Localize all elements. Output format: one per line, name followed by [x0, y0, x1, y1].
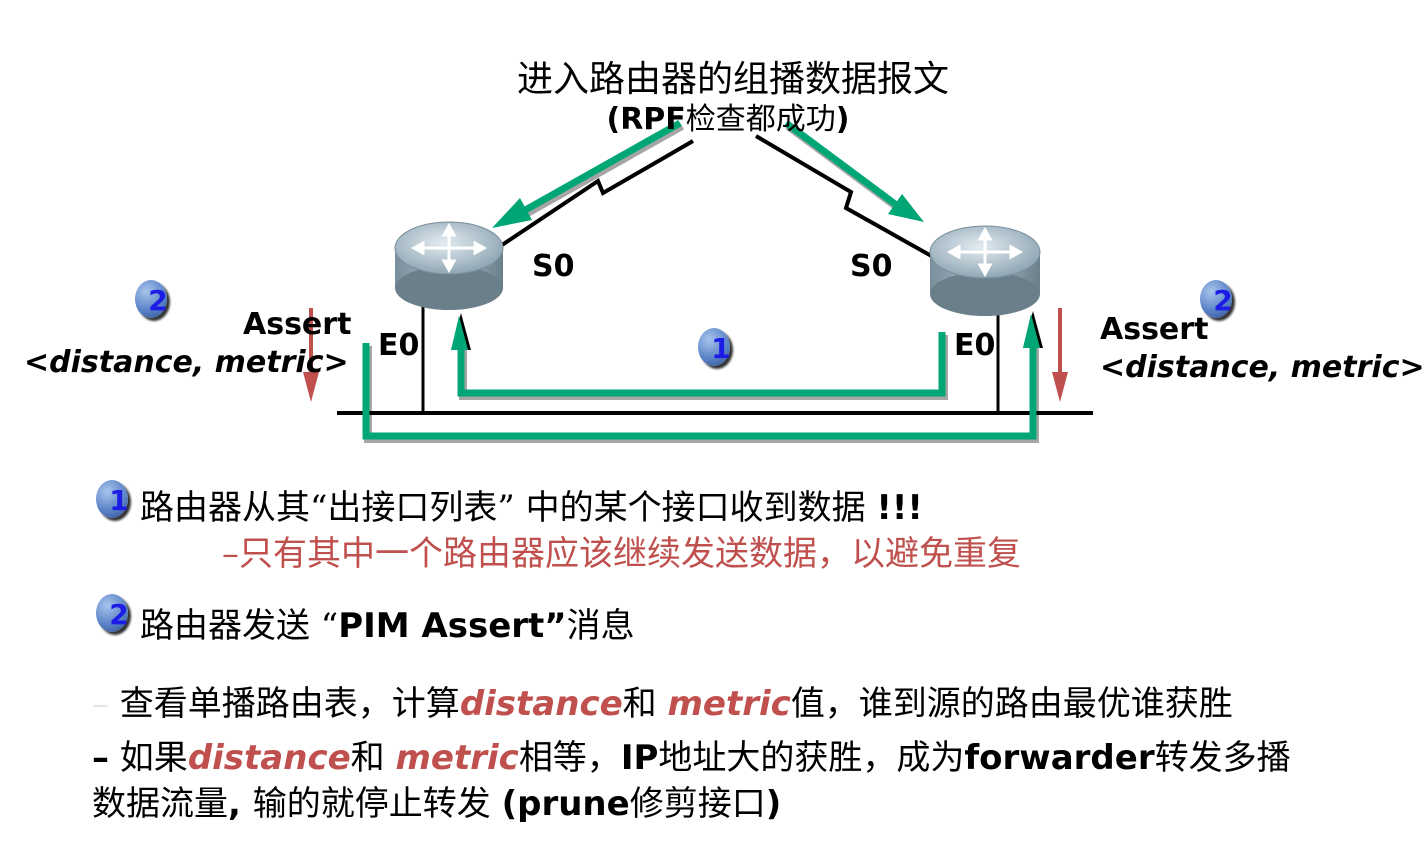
subtitle-text: 检查都成功	[685, 102, 836, 137]
step2-text-c: 消息	[566, 606, 635, 646]
right-assert-arrow	[1052, 308, 1068, 402]
bullet1-e: 值，谁到源的路由最优谁获胜	[790, 684, 1233, 724]
bullet2-line1: – 如果distance和 metric相等，IP地址大的获胜，成为forwar…	[92, 730, 1291, 779]
step2-number: 2	[109, 598, 129, 631]
right-step-number: 2	[1213, 284, 1233, 317]
left-assert-title: Assert	[243, 307, 352, 342]
bullet2-dash: –	[92, 738, 109, 778]
green-arrow-to-left-router	[492, 119, 684, 228]
bullet2-ip: IP	[620, 738, 659, 778]
step1-main: 路由器从其“出接口列表” 中的某个接口收到数据	[140, 488, 866, 528]
right-s0-label: S0	[850, 249, 893, 284]
step1-badge: 1	[96, 480, 129, 518]
bullet1-a: 查看单播路由表，计算	[109, 684, 460, 724]
bullet2-c: 和	[350, 738, 396, 778]
right-assert-params: <distance, metric>	[1100, 350, 1425, 385]
right-assert-title: Assert	[1100, 312, 1209, 347]
bullet2-line2: 数据流量, 输的就停止转发 (prune修剪接口)	[92, 776, 781, 825]
left-step-number: 2	[148, 284, 168, 317]
bullet2-prune: (prune	[501, 784, 630, 824]
right-step-badge: 2	[1200, 280, 1233, 318]
step2-badge: 2	[96, 594, 129, 632]
subtitle-rpf: RPF	[620, 102, 686, 137]
right-e0-label: E0	[954, 328, 996, 363]
bullet1-c: 和	[622, 684, 668, 724]
diagram-subtitle: (RPF检查都成功)	[606, 102, 850, 137]
step1-subtext: –只有其中一个路由器应该继续发送数据，以避免重复	[222, 534, 1021, 574]
bullet1-metric: metric	[667, 684, 791, 724]
bullet2-i: 转发多播	[1154, 738, 1291, 778]
center-step-number: 1	[711, 332, 731, 365]
bullet1-dash: –	[92, 684, 109, 724]
center-step-badge: 1	[698, 328, 731, 366]
right-router-icon	[929, 225, 1041, 316]
bullet2-line2-a: 数据流量	[92, 784, 228, 824]
bullet1: – 查看单播路由表，计算distance和 metric值，谁到源的路由最优谁获…	[92, 676, 1233, 725]
left-assert-params: <distance, metric>	[24, 345, 349, 380]
bullet2-line2-b: ,	[228, 784, 253, 824]
left-e0-label: E0	[378, 328, 420, 363]
step1-text: 路由器从其“出接口列表” 中的某个接口收到数据 !!!	[140, 480, 923, 529]
bullet2-line2-f: )	[765, 784, 782, 824]
bullet2-metric: metric	[395, 738, 519, 778]
serial-link-left	[500, 139, 695, 247]
serial-link-right	[754, 134, 936, 260]
bullet2-e: 相等，	[518, 738, 621, 778]
bullet2-forwarder: forwarder	[964, 738, 1155, 778]
left-router-icon	[394, 221, 504, 310]
left-s0-label: S0	[532, 249, 575, 284]
bullet1-distance: distance	[459, 684, 623, 724]
step1-number: 1	[109, 484, 129, 517]
bullet2-distance: distance	[187, 738, 351, 778]
left-step-badge: 2	[135, 280, 168, 318]
bullet2-a: 如果	[109, 738, 188, 778]
step2-text-b: PIM Assert”	[338, 606, 567, 646]
bullet2-line2-e: 修剪接口	[629, 784, 766, 824]
step2-text: 路由器发送 “PIM Assert”消息	[140, 598, 635, 647]
bullet2-line2-c: 输的就停止转发	[252, 784, 502, 824]
bullet2-g: 地址大的获胜，成为	[658, 738, 965, 778]
step1-emphasis: !!!	[876, 488, 923, 528]
step2-text-a: 路由器发送 “	[140, 606, 339, 646]
